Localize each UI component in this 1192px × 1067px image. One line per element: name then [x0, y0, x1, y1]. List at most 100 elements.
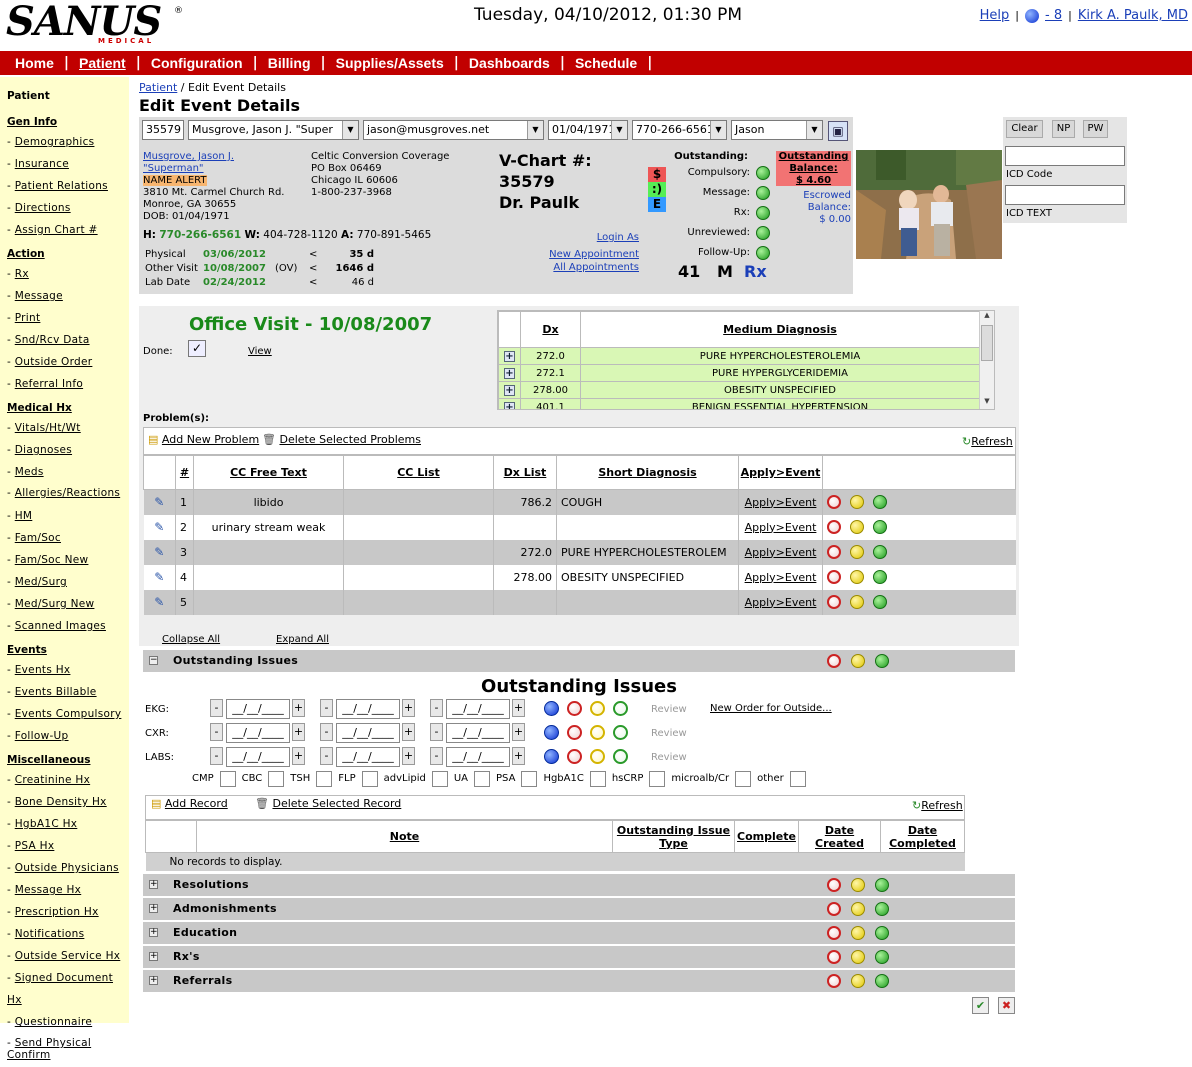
sidebar-item-psa-hx[interactable]: - PSA Hx: [7, 835, 129, 857]
status-yellow-icon[interactable]: [850, 520, 864, 534]
sidebar-item-hm[interactable]: - HM: [7, 505, 129, 527]
nav-home[interactable]: Home: [15, 55, 54, 71]
sidebar-item-outside-service-hx[interactable]: - Outside Service Hx: [7, 945, 129, 967]
sidebar-item-referral-info[interactable]: - Referral Info: [7, 373, 129, 395]
section-bar-resolutions[interactable]: + Resolutions: [143, 874, 1015, 896]
decrement-button[interactable]: -: [430, 723, 443, 741]
dx-scrollbar[interactable]: ▲ ▼: [979, 311, 994, 409]
nav-schedule[interactable]: Schedule: [575, 55, 637, 71]
status-yellow-icon[interactable]: [851, 926, 865, 940]
sidebar-item-assign-chart[interactable]: - Assign Chart #: [7, 219, 129, 241]
status-green-icon[interactable]: [873, 545, 887, 559]
sidebar-item-diagnoses[interactable]: - Diagnoses: [7, 439, 129, 461]
status-yellow-icon[interactable]: [850, 595, 864, 609]
status-red-icon[interactable]: [827, 545, 841, 559]
apply-event-link[interactable]: Apply>Event: [738, 514, 823, 540]
status-red-icon[interactable]: [827, 570, 841, 584]
section-bar-referrals[interactable]: + Referrals: [143, 970, 1015, 992]
pw-button[interactable]: PW: [1083, 120, 1108, 138]
status-blue-icon[interactable]: [544, 749, 559, 764]
status-green-icon[interactable]: [613, 701, 628, 716]
review-link[interactable]: Review: [651, 752, 687, 764]
sidebar-item-snd-rcv-data[interactable]: - Snd/Rcv Data: [7, 329, 129, 351]
sidebar-item-directions[interactable]: - Directions: [7, 197, 129, 219]
help-link[interactable]: Help: [980, 8, 1010, 23]
lab-checkbox-psa[interactable]: [521, 771, 538, 787]
records-refresh-button[interactable]: ↻Refresh: [912, 799, 963, 812]
sidebar-item-allergies-reactions[interactable]: - Allergies/Reactions: [7, 483, 129, 505]
sidebar-item-insurance[interactable]: - Insurance: [7, 153, 129, 175]
add-record-button[interactable]: ▤ Add Record: [151, 797, 228, 810]
status-green-icon[interactable]: [873, 570, 887, 584]
nav-billing[interactable]: Billing: [268, 55, 311, 71]
status-red-icon[interactable]: [827, 974, 841, 988]
icd-text-input[interactable]: [1005, 185, 1125, 205]
sidebar-item-fam-soc[interactable]: - Fam/Soc: [7, 527, 129, 549]
decrement-button[interactable]: -: [320, 747, 333, 765]
messages-globe-icon[interactable]: [1025, 8, 1039, 23]
collapse-all-link[interactable]: Collapse All: [162, 634, 220, 646]
section-bar-rx-s[interactable]: + Rx's: [143, 946, 1015, 968]
edit-pencil-icon[interactable]: ✎: [153, 521, 165, 533]
decrement-button[interactable]: -: [320, 699, 333, 717]
clear-button[interactable]: Clear: [1006, 120, 1043, 138]
increment-button[interactable]: +: [512, 747, 525, 765]
sidebar-item-outside-order[interactable]: - Outside Order: [7, 351, 129, 373]
sidebar-item-demographics[interactable]: - Demographics: [7, 131, 129, 153]
edit-pencil-icon[interactable]: ✎: [153, 571, 165, 583]
section-bar-admonishments[interactable]: + Admonishments: [143, 898, 1015, 920]
dob-select[interactable]: 01/04/1971 ▼: [548, 120, 628, 140]
date-input[interactable]: __/__/____: [446, 699, 510, 719]
status-green-icon[interactable]: [756, 186, 770, 200]
increment-button[interactable]: +: [402, 723, 415, 741]
increment-button[interactable]: +: [512, 699, 525, 717]
review-link[interactable]: Review: [651, 704, 687, 716]
status-red-icon[interactable]: [827, 520, 841, 534]
status-red-icon[interactable]: [827, 926, 841, 940]
date-input[interactable]: __/__/____: [336, 723, 400, 743]
status-green-icon[interactable]: [873, 595, 887, 609]
status-yellow-icon[interactable]: [590, 701, 605, 716]
sidebar-item-message-hx[interactable]: - Message Hx: [7, 879, 129, 901]
status-red-icon[interactable]: [827, 595, 841, 609]
view-link[interactable]: View: [248, 346, 272, 358]
decrement-button[interactable]: -: [320, 723, 333, 741]
add-problem-button[interactable]: ▤ Add New Problem: [148, 433, 259, 446]
date-input[interactable]: __/__/____: [336, 747, 400, 767]
sidebar-item-vitals-ht-wt[interactable]: - Vitals/Ht/Wt: [7, 417, 129, 439]
sidebar-item-events-hx[interactable]: - Events Hx: [7, 659, 129, 681]
sidebar-item-notifications[interactable]: - Notifications: [7, 923, 129, 945]
status-green-icon[interactable]: [873, 520, 887, 534]
sidebar-item-prescription-hx[interactable]: - Prescription Hx: [7, 901, 129, 923]
decrement-button[interactable]: -: [430, 747, 443, 765]
nav-configuration[interactable]: Configuration: [151, 55, 243, 71]
lab-checkbox-microalb-cr[interactable]: [735, 771, 752, 787]
add-dx-icon[interactable]: +: [504, 401, 515, 409]
patient-name-select[interactable]: Musgrove, Jason J. "Super ▼: [188, 120, 359, 140]
date-input[interactable]: __/__/____: [226, 699, 290, 719]
add-dx-icon[interactable]: +: [504, 384, 515, 396]
apply-event-link[interactable]: Apply>Event: [738, 489, 823, 515]
apply-event-link[interactable]: Apply>Event: [738, 539, 823, 565]
cancel-x-icon[interactable]: ✖: [998, 997, 1015, 1014]
status-red-icon[interactable]: [827, 950, 841, 964]
user-link[interactable]: Kirk A. Paulk, MD: [1078, 8, 1188, 23]
lab-checkbox-tsh[interactable]: [316, 771, 333, 787]
lab-checkbox-hgba1c[interactable]: [589, 771, 606, 787]
expand-icon[interactable]: +: [149, 928, 158, 937]
status-yellow-icon[interactable]: [590, 725, 605, 740]
status-red-icon[interactable]: [567, 749, 582, 764]
problems-refresh-button[interactable]: ↻Refresh: [962, 435, 1013, 448]
all-appointments-link[interactable]: All Appointments: [553, 262, 639, 273]
new-appointment-link[interactable]: New Appointment: [549, 249, 639, 260]
edit-pencil-icon[interactable]: ✎: [153, 546, 165, 558]
status-green-icon[interactable]: [875, 926, 889, 940]
decrement-button[interactable]: -: [210, 747, 223, 765]
lab-checkbox-flp[interactable]: [361, 771, 378, 787]
expand-icon[interactable]: +: [149, 904, 158, 913]
status-blue-icon[interactable]: [544, 725, 559, 740]
nav-patient[interactable]: Patient: [79, 55, 126, 71]
sidebar-item-rx[interactable]: - Rx: [7, 263, 129, 285]
icd-code-input[interactable]: [1005, 146, 1125, 166]
section-bar-education[interactable]: + Education: [143, 922, 1015, 944]
